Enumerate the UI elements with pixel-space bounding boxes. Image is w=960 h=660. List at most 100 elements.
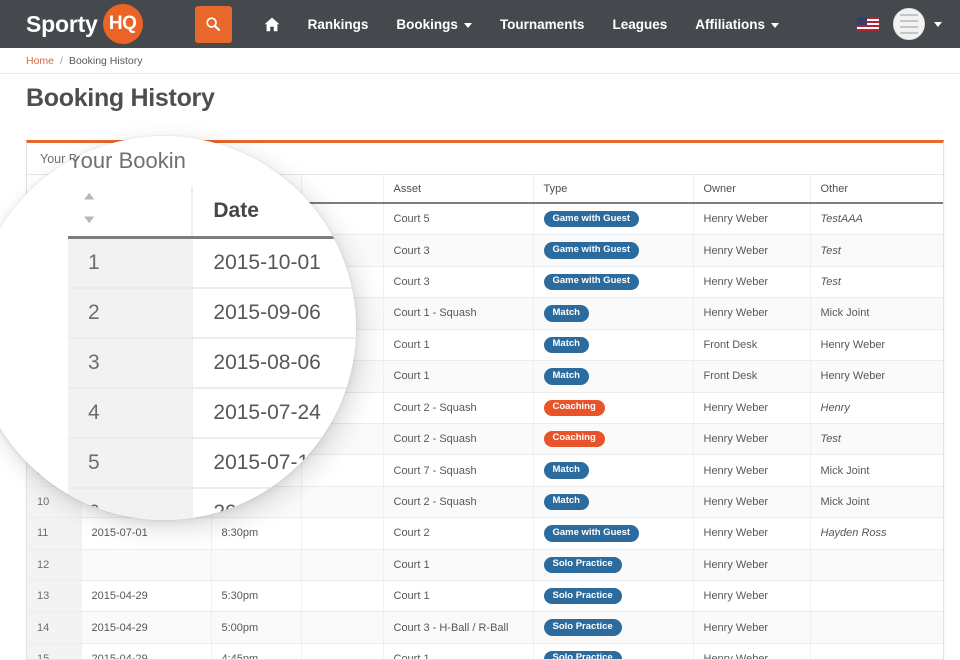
- magnified-cell-row-number: 3: [68, 338, 194, 389]
- cell-type: Coaching: [533, 392, 694, 424]
- cell-other: Henry Weber: [810, 329, 943, 362]
- cell-type: Solo Practice: [533, 549, 694, 582]
- cell-type: Match: [533, 297, 694, 330]
- cell-other: TestAAA: [810, 203, 943, 236]
- magnifier-lens: Your Bookin Date Time 12015-10-019:45am2…: [0, 136, 356, 520]
- nav-item-home[interactable]: [250, 0, 294, 48]
- magnified-table-row[interactable]: 32015-08-0612:30pm: [68, 338, 356, 389]
- magnified-cell-row-number: 5: [68, 438, 194, 489]
- cell-type: Match: [533, 454, 694, 487]
- cell-blank: [301, 611, 384, 644]
- account-chevron-down-icon[interactable]: [934, 21, 942, 27]
- cell-blank: [301, 549, 384, 582]
- cell-row-number: 15: [27, 643, 82, 659]
- page-title: Booking History: [26, 84, 215, 112]
- table-row[interactable]: 14 2015-04-29 5:00pm Court 3 - H-Ball / R-B…: [27, 611, 943, 644]
- nav-item-leagues[interactable]: Leagues: [598, 0, 681, 48]
- magnified-header-label: Your Bookin: [68, 148, 186, 173]
- brand-logo[interactable]: Sporty HQ: [26, 0, 143, 48]
- cell-type: Coaching: [533, 423, 694, 456]
- primary-nav: Rankings Bookings Tournaments Leagues Af…: [250, 0, 793, 48]
- cell-asset: Court 1: [383, 580, 534, 613]
- chevron-down-icon: [463, 22, 472, 28]
- cell-asset: Court 1: [383, 643, 534, 659]
- nav-item-tournaments[interactable]: Tournaments: [486, 0, 599, 48]
- magnified-cell-date: 2015-10-01: [192, 237, 356, 289]
- cell-owner: Henry Weber: [693, 297, 811, 330]
- cell-asset: Court 5: [383, 203, 534, 236]
- nav-item-rankings[interactable]: Rankings: [294, 0, 383, 48]
- cell-type: Match: [533, 360, 694, 393]
- column-header-asset[interactable]: Asset: [383, 175, 534, 204]
- column-header-other[interactable]: Other: [810, 175, 943, 204]
- table-row[interactable]: 11 2015-07-01 8:30pm Court 2 Game with Guest…: [27, 517, 943, 550]
- cell-other: Mick Joint: [810, 454, 943, 487]
- us-flag-icon[interactable]: [857, 17, 879, 31]
- status-badge: Solo Practice: [543, 588, 622, 605]
- cell-owner: Henry Weber: [693, 266, 811, 299]
- cell-owner: Henry Weber: [693, 517, 811, 550]
- magnified-table-row[interactable]: 52015-07-169:30pm: [68, 438, 356, 489]
- magnified-table: Date Time 12015-10-019:45am22015-09-061:…: [68, 186, 356, 520]
- nav-label-leagues: Leagues: [612, 16, 668, 32]
- navbar-right-cluster: [857, 0, 942, 48]
- nav-item-bookings[interactable]: Bookings: [382, 0, 486, 48]
- cell-owner: Henry Weber: [693, 454, 811, 487]
- avatar-placeholder-lines: [900, 14, 918, 34]
- status-badge: Solo Practice: [543, 556, 622, 574]
- nav-label-bookings: Bookings: [396, 16, 458, 32]
- magnified-table-head: Date Time: [68, 186, 356, 239]
- magnified-cell-date: 2015-07-16: [192, 438, 356, 489]
- cell-type: Solo Practice: [533, 643, 694, 659]
- cell-row-number: 12: [27, 549, 82, 582]
- magnified-cell-date: 2015-07-24: [192, 388, 356, 439]
- cell-row-number: 11: [27, 517, 82, 550]
- cell-date: 2015-04-29: [81, 580, 212, 613]
- table-row[interactable]: 15 2015-04-29 4:45pm Court 1 Solo Practice He…: [27, 643, 943, 659]
- cell-asset: Court 1: [383, 329, 534, 362]
- cell-date: [81, 549, 212, 582]
- column-header-type[interactable]: Type: [533, 175, 694, 204]
- magnified-cell-row-number: 6: [68, 488, 194, 520]
- magnified-column-header-num[interactable]: [68, 186, 194, 239]
- nav-item-affiliations[interactable]: Affiliations: [681, 0, 793, 48]
- cell-date: 2015-07-01: [81, 517, 212, 550]
- cell-date: 2015-04-29: [81, 643, 212, 659]
- cell-type: Match: [533, 329, 694, 362]
- cell-blank: [301, 517, 384, 550]
- sort-icon: [82, 192, 109, 224]
- breadcrumb-home-link[interactable]: Home: [26, 55, 54, 67]
- cell-blank: [301, 643, 384, 659]
- status-badge: Match: [543, 462, 589, 479]
- magnified-cell-date: 2015-07-16: [192, 488, 356, 520]
- search-button[interactable]: [194, 5, 232, 43]
- magnified-card-header: Your Bookin: [68, 136, 194, 186]
- column-header-owner[interactable]: Owner: [693, 175, 811, 204]
- magnified-column-header-date[interactable]: Date: [192, 186, 356, 239]
- status-badge: Coaching: [543, 399, 605, 416]
- cell-date: 2015-04-29: [81, 611, 212, 644]
- magnified-table-row[interactable]: 12015-10-019:45am: [68, 237, 356, 289]
- cell-other: Mick Joint: [810, 297, 943, 330]
- cell-type: Match: [533, 486, 694, 519]
- cell-asset: Court 2 - Squash: [383, 486, 534, 519]
- magnified-table-row[interactable]: 42015-07-2410:30am: [68, 388, 356, 439]
- magnified-table-row[interactable]: 62015-07-169:00pm: [68, 488, 356, 520]
- cell-other: [810, 580, 943, 613]
- magnified-cell-row-number: 1: [68, 237, 194, 289]
- avatar[interactable]: [893, 8, 925, 40]
- cell-asset: Court 7 - Squash: [383, 454, 534, 487]
- table-row[interactable]: 13 2015-04-29 5:30pm Court 1 Solo Practice He…: [27, 580, 943, 613]
- cell-asset: Court 1: [383, 360, 534, 393]
- status-badge: Match: [543, 336, 589, 354]
- search-icon: [206, 17, 221, 31]
- top-navbar: Sporty HQ Rankings Bookings Tournaments: [0, 0, 960, 48]
- cell-asset: Court 1 - Squash: [383, 297, 534, 330]
- cell-other: Mick Joint: [810, 486, 943, 519]
- status-badge: Match: [543, 368, 589, 385]
- cell-owner: Front Desk: [693, 329, 811, 362]
- cell-other: Hayden Ross: [810, 517, 943, 550]
- table-row[interactable]: 12 Court 1 Solo Practice Henry Weber: [27, 549, 943, 582]
- magnified-table-row[interactable]: 22015-09-061:00pm: [68, 288, 356, 339]
- cell-owner: Henry Weber: [693, 580, 811, 613]
